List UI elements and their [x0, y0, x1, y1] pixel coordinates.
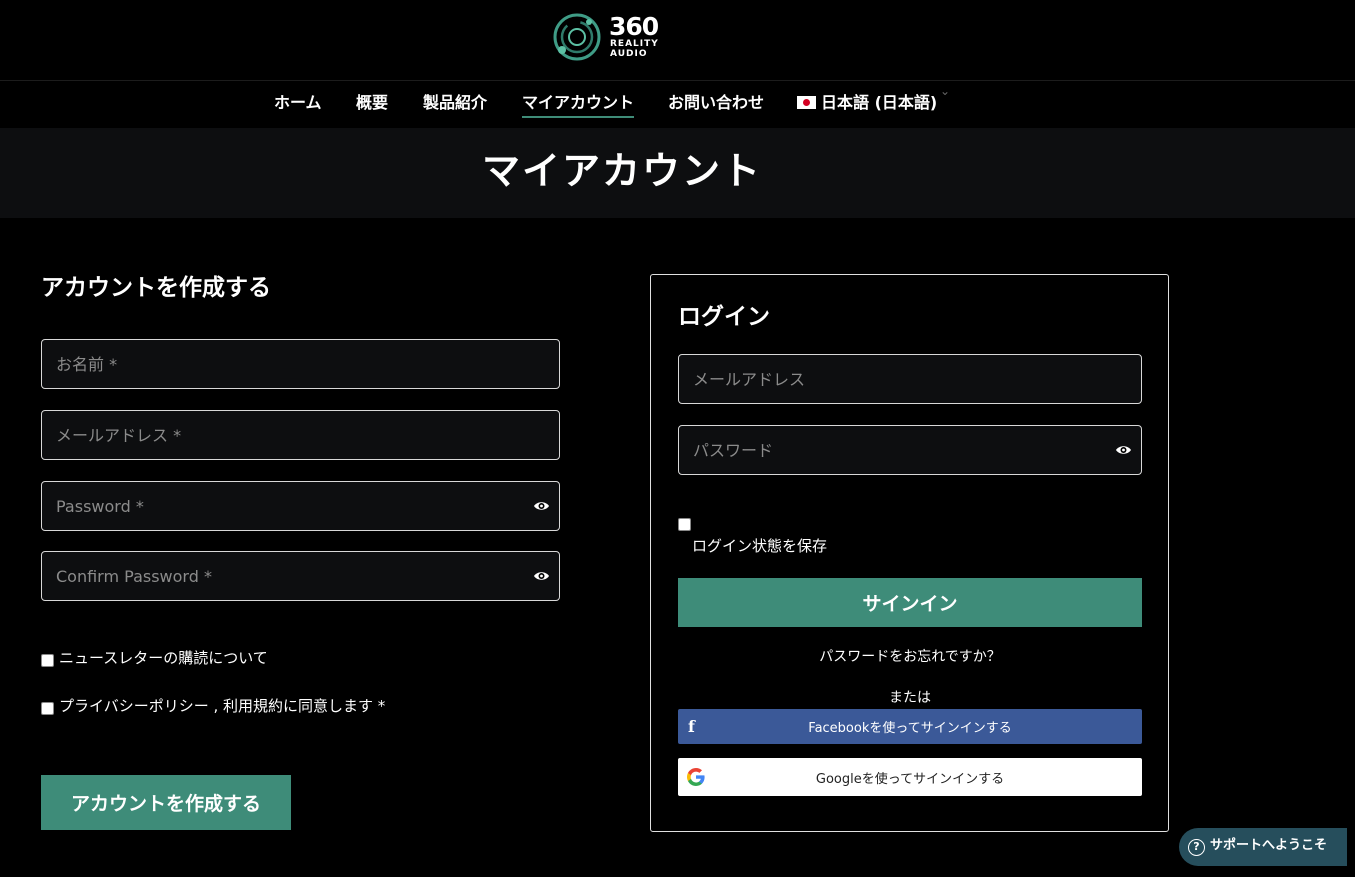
login-password-input[interactable] [679, 426, 1141, 474]
chevron-down-icon[interactable]: ⌄ [940, 84, 950, 98]
facebook-signin-label: Facebookを使ってサインインする [808, 721, 1012, 736]
name-input[interactable] [42, 340, 559, 388]
confirm-password-field [41, 551, 560, 601]
main-nav: ホーム 概要 製品紹介 マイアカウント お問い合わせ 日本語 (日本語) ⌄ [0, 82, 1355, 128]
eye-icon[interactable] [1115, 443, 1132, 457]
page-title: マイアカウント [482, 149, 763, 193]
login-email-input[interactable] [679, 355, 1141, 403]
facebook-signin-button[interactable]: f Facebookを使ってサインインする [678, 709, 1142, 744]
privacy-label: プライバシーポリシー , 利用規約に同意します * [59, 697, 386, 715]
register-email-input[interactable] [42, 411, 559, 459]
nav-products[interactable]: 製品紹介 [423, 92, 487, 114]
forgot-password-link[interactable]: パスワードをお忘れですか？ [678, 648, 1142, 666]
remember-checkbox[interactable] [678, 518, 691, 531]
logo-subtitle: REALITY AUDIO [610, 39, 659, 59]
register-password-field [41, 481, 560, 531]
remember-label: ログイン状態を保存 [692, 537, 828, 555]
nav-overview[interactable]: 概要 [356, 92, 388, 114]
logo-line-2: AUDIO [610, 49, 648, 59]
help-icon: ? [1188, 839, 1205, 856]
or-divider: または [889, 690, 931, 706]
google-signin-button[interactable]: Googleを使ってサインインする [678, 758, 1142, 796]
japan-flag-icon [797, 96, 816, 109]
eye-icon[interactable] [533, 569, 550, 583]
register-email-field [41, 410, 560, 460]
google-signin-label: Googleを使ってサインインする [815, 771, 1005, 787]
language-selector[interactable]: 日本語 (日本語) [797, 92, 937, 114]
facebook-icon: f [688, 717, 695, 736]
logo-number: 360 [609, 12, 659, 41]
nav-my-account[interactable]: マイアカウント [522, 92, 635, 118]
sign-in-button[interactable]: サインイン [678, 578, 1142, 627]
privacy-checkbox[interactable] [41, 702, 54, 715]
nav-home[interactable]: ホーム [274, 92, 322, 114]
create-account-button[interactable]: アカウントを作成する [41, 775, 291, 830]
confirm-password-input[interactable] [42, 552, 559, 600]
language-label: 日本語 (日本語) [821, 93, 938, 112]
logo-rings-icon [553, 13, 601, 61]
support-label: サポートへようこそ [1210, 838, 1328, 853]
title-banner: マイアカウント [0, 128, 1355, 218]
support-widget-button[interactable]: ? サポートへようこそ [1179, 828, 1347, 866]
register-heading: アカウントを作成する [41, 275, 271, 301]
forgot-password-label: パスワードをお忘れですか？ [819, 649, 1001, 665]
google-icon [687, 768, 705, 786]
eye-icon[interactable] [533, 499, 550, 513]
logo-line-1: REALITY [610, 39, 659, 49]
nav-contact[interactable]: お問い合わせ [668, 92, 764, 114]
name-field [41, 339, 560, 389]
site-logo[interactable]: 360 REALITY AUDIO [551, 11, 661, 63]
newsletter-label: ニュースレターの購読について [59, 649, 268, 667]
login-email-field [678, 354, 1142, 404]
top-bar: 360 REALITY AUDIO [0, 0, 1355, 81]
register-password-input[interactable] [42, 482, 559, 530]
newsletter-checkbox[interactable] [41, 654, 54, 667]
login-password-field [678, 425, 1142, 475]
login-heading: ログイン [678, 304, 770, 330]
